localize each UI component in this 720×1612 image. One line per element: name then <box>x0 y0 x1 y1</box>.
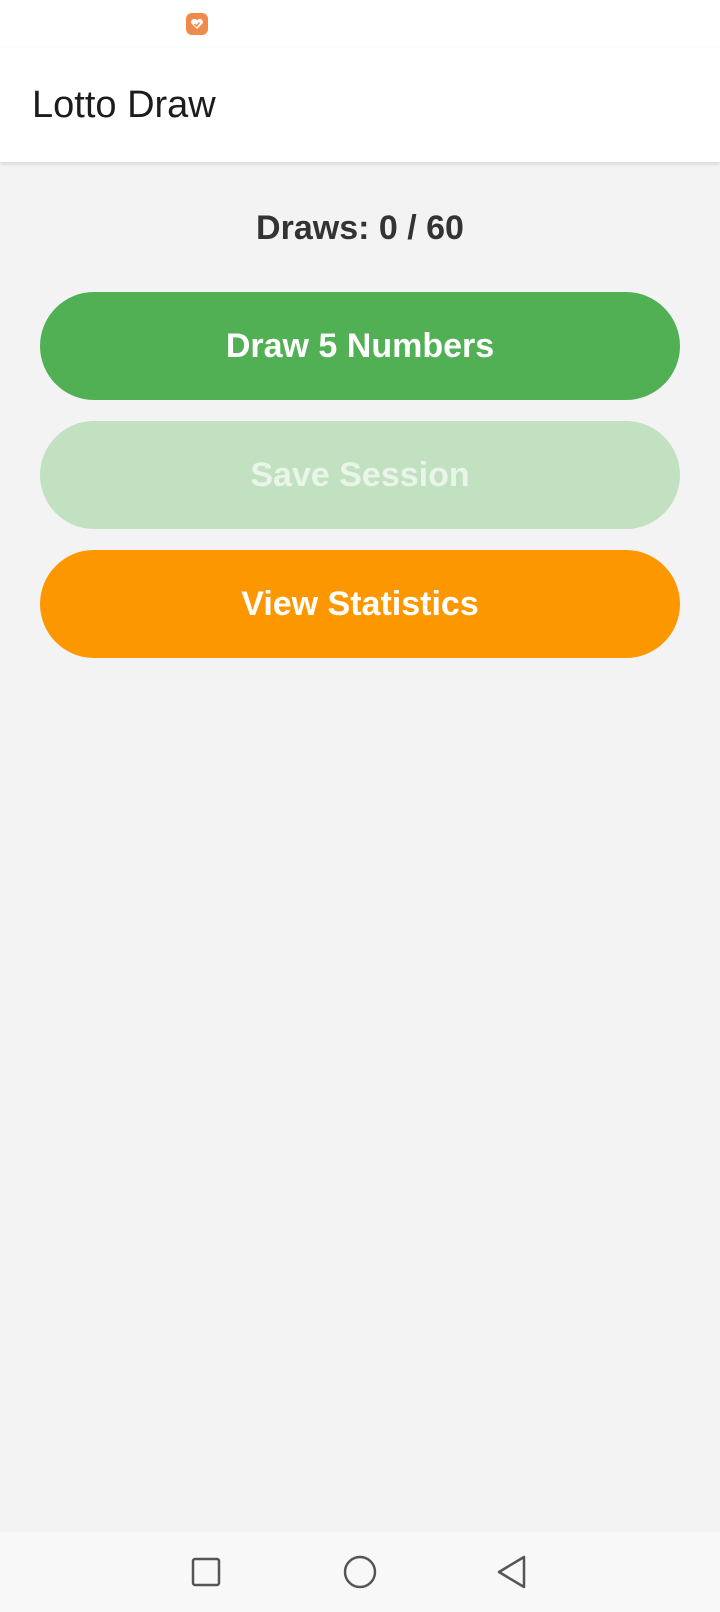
app-bar: Lotto Draw <box>0 48 720 162</box>
view-statistics-button[interactable]: View Statistics <box>40 550 680 658</box>
navigation-bar <box>0 1532 720 1612</box>
back-icon[interactable] <box>488 1548 536 1596</box>
app-notification-icon <box>186 13 208 35</box>
draws-counter: Draws: 0 / 60 <box>256 209 464 247</box>
save-session-button[interactable]: Save Session <box>40 421 680 529</box>
status-bar <box>0 0 720 48</box>
home-icon[interactable] <box>336 1548 384 1596</box>
page-title: Lotto Draw <box>32 84 216 126</box>
recents-icon[interactable] <box>182 1548 230 1596</box>
main-content: Draws: 0 / 60 Draw 5 Numbers Save Sessio… <box>0 162 720 1532</box>
draw-numbers-button[interactable]: Draw 5 Numbers <box>40 292 680 400</box>
